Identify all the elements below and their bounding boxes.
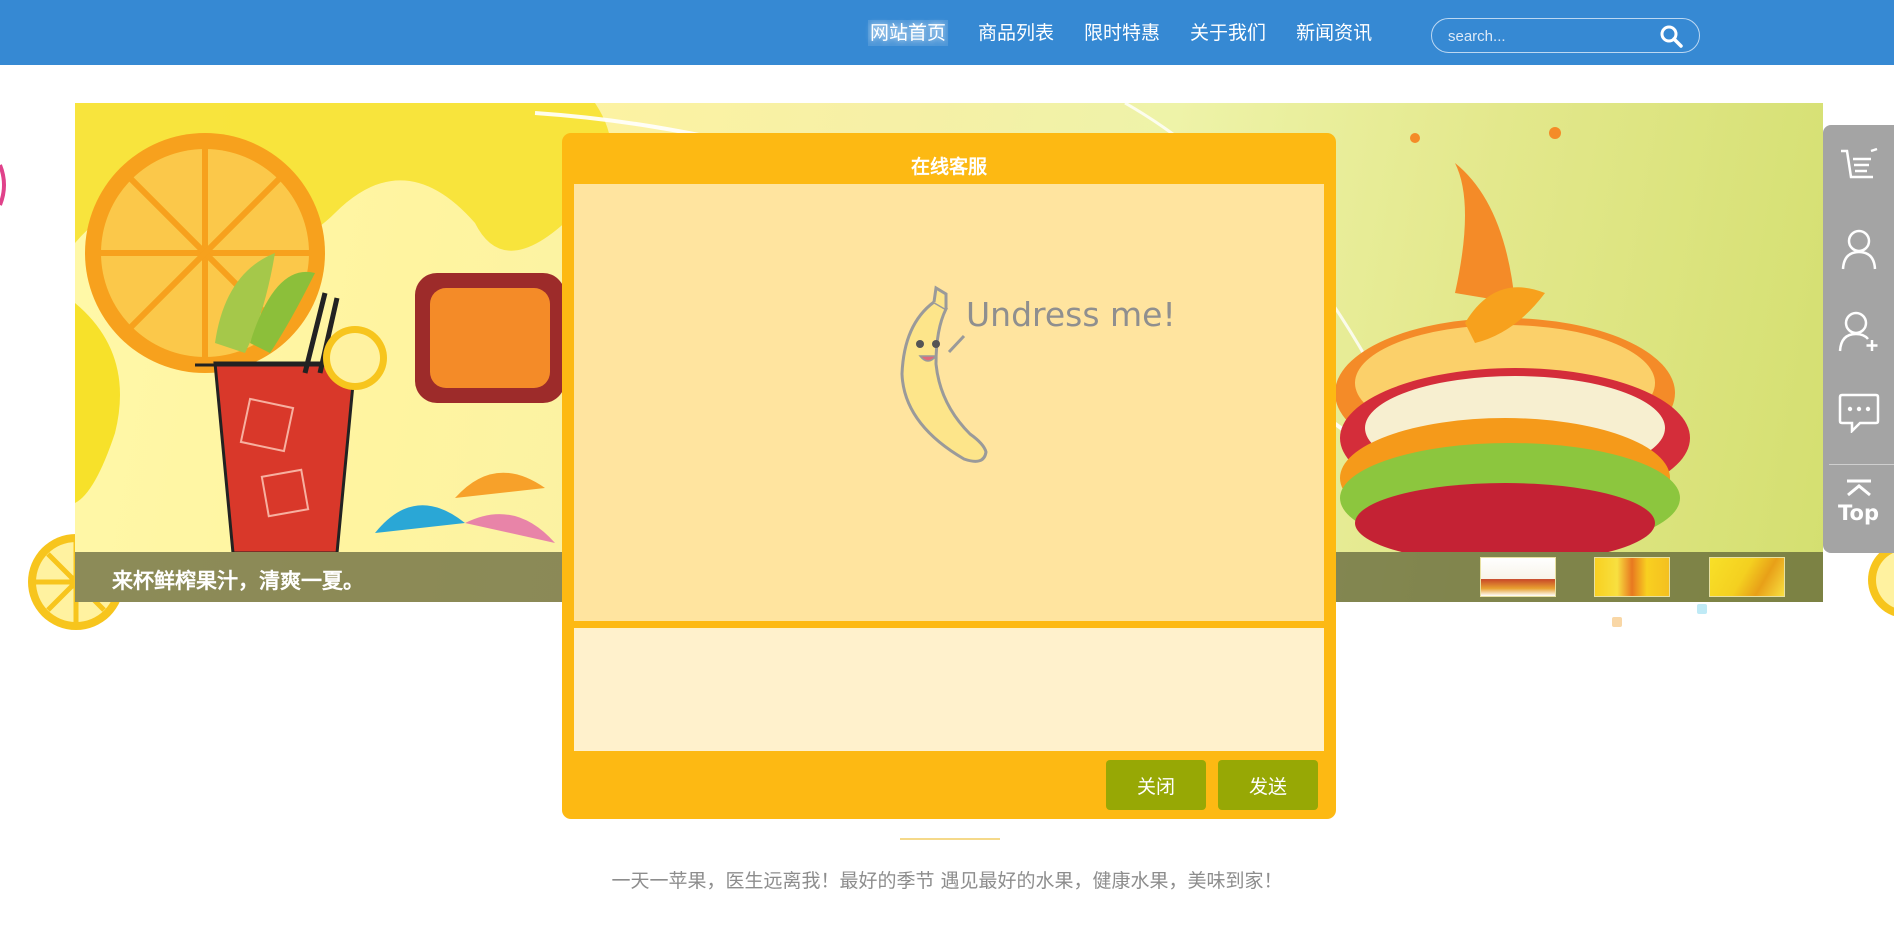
confetti-decoration [1612,617,1622,627]
register-button[interactable] [1823,291,1894,371]
nav-about-us[interactable]: 关于我们 [1190,20,1266,46]
side-toolbar: Top [1823,125,1894,553]
nav-home[interactable]: 网站首页 [868,20,949,46]
section-divider [900,838,1000,840]
user-button[interactable] [1823,209,1894,289]
user-icon [1841,229,1876,270]
toolbar-divider [1829,464,1894,465]
chat-message-input[interactable] [574,628,1324,751]
banner-caption: 来杯鲜榨果汁，清爽一夏。 [112,569,364,593]
search-box [1431,18,1700,53]
search-icon[interactable] [1659,24,1683,48]
carousel-thumbnail-1[interactable] [1480,557,1556,597]
confetti-decoration [1697,604,1707,614]
nav-flash-sale[interactable]: 限时特惠 [1084,20,1160,46]
carousel-thumbnail-2[interactable] [1594,557,1670,597]
cart-button[interactable] [1823,126,1894,206]
back-to-top-label: Top [1838,501,1879,525]
dialog-title: 在线客服 [910,156,987,178]
carousel-thumbnail-3[interactable] [1709,557,1785,597]
back-to-top-icon [1846,479,1871,497]
decorative-fruit-edge [0,164,6,206]
main-nav: 网站首页 商品列表 限时特惠 关于我们 新闻资讯 [868,20,1402,46]
online-service-dialog: 在线客服 Undress me! 关闭 发送 [562,133,1336,819]
chat-messages-area[interactable]: Undress me! [574,184,1324,621]
site-tagline: 一天一苹果，医生远离我！最好的季节 遇见最好的水果，健康水果，美味到家！ [611,870,1283,892]
mascot-speech: Undress me! [966,295,1174,334]
banana-mascot: Undress me! [900,285,1174,463]
online-chat-button[interactable] [1823,373,1894,453]
search-input[interactable] [1448,25,1648,47]
add-user-icon [1838,311,1877,352]
top-navbar: 网站首页 商品列表 限时特惠 关于我们 新闻资讯 [0,0,1894,65]
nav-news[interactable]: 新闻资讯 [1296,20,1372,46]
send-button[interactable]: 发送 [1218,760,1318,810]
cart-list-icon [1840,147,1877,179]
close-button[interactable]: 关闭 [1106,760,1206,810]
nav-products[interactable]: 商品列表 [978,20,1054,46]
chat-bubble-icon [1838,393,1879,433]
